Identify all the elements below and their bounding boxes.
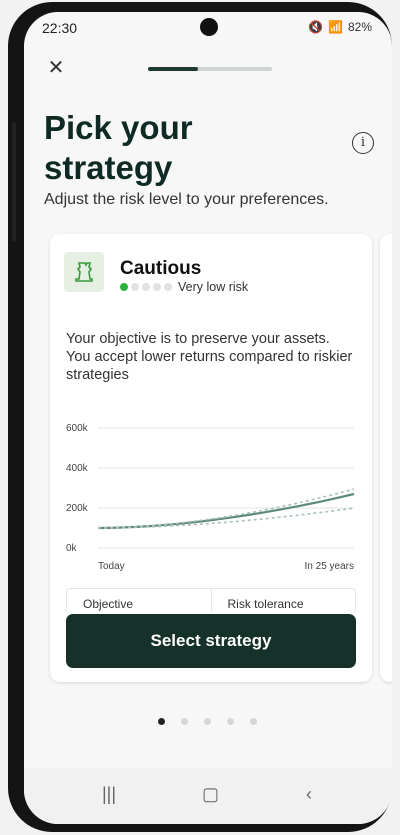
- title-line-2: strategy: [44, 149, 173, 186]
- pager-dot[interactable]: [181, 718, 188, 725]
- close-icon[interactable]: ✕: [46, 58, 66, 78]
- pager-dot[interactable]: [204, 718, 211, 725]
- mute-icon: 🔇: [308, 20, 324, 34]
- risk-dot: [131, 283, 139, 291]
- pager-dot[interactable]: [250, 718, 257, 725]
- progress-bar: [148, 67, 272, 71]
- strategy-name: Cautious: [120, 258, 202, 279]
- y-tick-label: 600k: [66, 423, 89, 434]
- page-subtitle: Adjust the risk level to your preference…: [44, 191, 329, 208]
- status-bar: 22:30 🔇 📶 82%: [24, 12, 392, 48]
- progress-fill: [148, 67, 198, 71]
- info-icon[interactable]: i: [352, 132, 374, 154]
- side-button: [12, 122, 16, 242]
- risk-dot: [142, 283, 150, 291]
- strategy-description: Your objective is to preserve your asset…: [66, 331, 353, 383]
- y-tick-label: 200k: [66, 503, 89, 514]
- risk-dot: [120, 283, 128, 291]
- title-line-1: Pick your: [44, 109, 193, 146]
- chess-icon: [64, 252, 104, 292]
- x-tick-label: In 25 years: [305, 561, 354, 572]
- risk-dot: [153, 283, 161, 291]
- battery-level: 82%: [347, 20, 372, 34]
- risk-level-dots: [120, 283, 172, 291]
- y-tick-label: 400k: [66, 463, 89, 474]
- risk-label: Very low risk: [178, 280, 249, 294]
- screen: 22:30 🔇 📶 82% ✕ Pick your strategy i Adj…: [24, 12, 392, 824]
- x-tick-label: Today: [98, 561, 125, 572]
- next-card-peek[interactable]: [380, 234, 392, 682]
- android-nav-bar: ||| ▢ ‹: [24, 768, 392, 824]
- tab-objective[interactable]: Objective: [67, 589, 211, 612]
- camera-hole: [200, 18, 218, 36]
- projection-chart: 600k 400k 200k 0k Today In 25 years: [66, 423, 355, 572]
- detail-tabs: Objective Risk tolerance: [66, 588, 356, 612]
- home-icon[interactable]: ▢: [202, 784, 219, 805]
- back-icon[interactable]: ‹: [306, 784, 312, 805]
- status-time: 22:30: [42, 20, 78, 36]
- pager-dot[interactable]: [158, 718, 165, 725]
- page-title: Pick your strategy: [44, 108, 334, 188]
- risk-dot: [164, 283, 172, 291]
- status-icons: 🔇 📶 82%: [308, 20, 372, 34]
- wifi-icon: 📶: [328, 20, 343, 34]
- tab-risk-tolerance[interactable]: Risk tolerance: [210, 589, 356, 612]
- recent-apps-icon[interactable]: |||: [102, 784, 116, 805]
- pager-dots: [158, 718, 257, 725]
- phone-frame: 22:30 🔇 📶 82% ✕ Pick your strategy i Adj…: [8, 2, 392, 832]
- select-strategy-button[interactable]: Select strategy: [66, 614, 356, 668]
- pager-dot[interactable]: [227, 718, 234, 725]
- y-tick-label: 0k: [66, 543, 78, 554]
- strategy-card: Cautious Very low risk Your objective is…: [50, 234, 372, 682]
